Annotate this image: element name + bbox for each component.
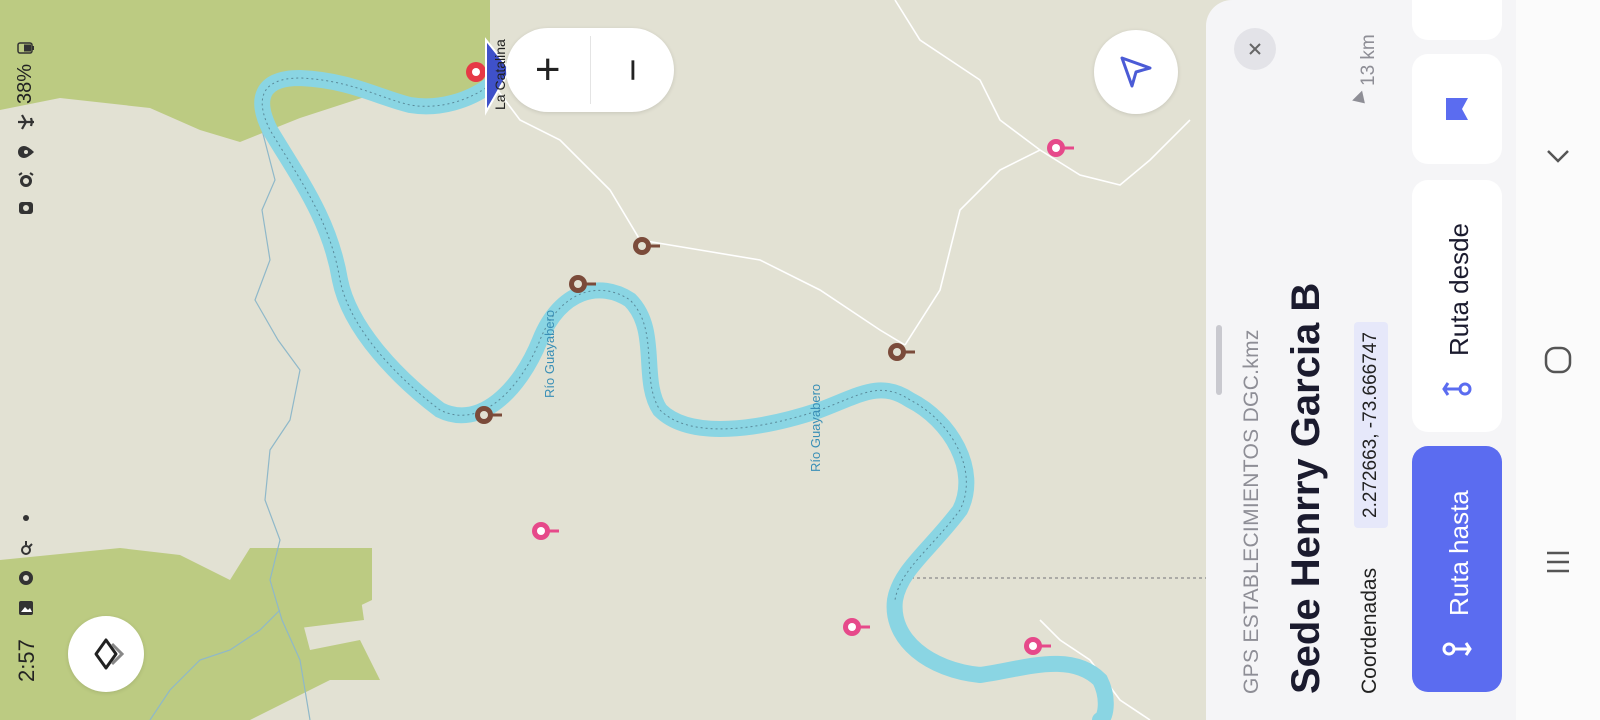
route-to-label: Ruta hasta — [1444, 490, 1474, 616]
location-icon — [14, 140, 38, 164]
distance-direction-icon — [1352, 90, 1370, 109]
alarm-icon — [14, 168, 38, 192]
photo-icon — [14, 596, 38, 620]
zoom-out-button[interactable]: − — [591, 28, 675, 112]
recents-button[interactable] — [1538, 542, 1578, 582]
coordinates-value[interactable]: 2.272663, -73.666747 — [1354, 322, 1388, 528]
home-button[interactable] — [1538, 340, 1578, 380]
river-label: Río Guayabero — [808, 383, 823, 472]
close-button[interactable] — [1234, 28, 1276, 70]
place-category: GPS ESTABLECIMIENTOS DGC.kmz — [1240, 329, 1263, 694]
route-to-icon — [1442, 642, 1472, 656]
home-icon — [1544, 346, 1572, 374]
back-button[interactable] — [1538, 136, 1578, 176]
layers-icon — [94, 638, 125, 670]
drag-handle[interactable] — [1216, 325, 1222, 395]
activity-icon — [14, 536, 38, 560]
recents-icon — [1547, 551, 1569, 573]
status-bar: 2:57 38% — [0, 0, 52, 720]
close-icon — [1249, 43, 1261, 55]
back-icon — [1547, 150, 1569, 163]
battery-percent: 38% — [14, 63, 36, 104]
bookmark-icon — [1446, 98, 1468, 120]
settings-icon — [14, 566, 38, 590]
zoom-control: + − — [506, 28, 674, 112]
river-label: Río Guayabero — [542, 309, 557, 398]
screenshot-icon — [14, 196, 38, 220]
route-from-label: Ruta desde — [1444, 223, 1474, 356]
place-title: Sede Henrry Garcia B — [1284, 282, 1328, 694]
top-card[interactable] — [1412, 0, 1502, 40]
route-icon — [1442, 382, 1472, 396]
route-from-button[interactable]: Ruta desde — [1412, 180, 1502, 432]
locate-button[interactable] — [1094, 30, 1178, 114]
locate-arrow-icon — [1120, 56, 1152, 88]
save-button[interactable] — [1412, 54, 1502, 164]
airplane-mode-icon — [14, 110, 38, 134]
dot-icon — [14, 506, 38, 530]
map-pin-selected — [466, 62, 486, 82]
status-time: 2:57 — [14, 639, 39, 682]
coordinates-label: Coordenadas — [1358, 567, 1381, 694]
battery-icon — [14, 36, 38, 60]
zoom-in-button[interactable]: + — [506, 28, 590, 112]
distance-label: 13 km — [1358, 34, 1379, 86]
layers-button[interactable] — [68, 616, 144, 692]
system-nav-bar — [1516, 0, 1600, 720]
route-to-button[interactable]: Ruta hasta — [1412, 446, 1502, 692]
